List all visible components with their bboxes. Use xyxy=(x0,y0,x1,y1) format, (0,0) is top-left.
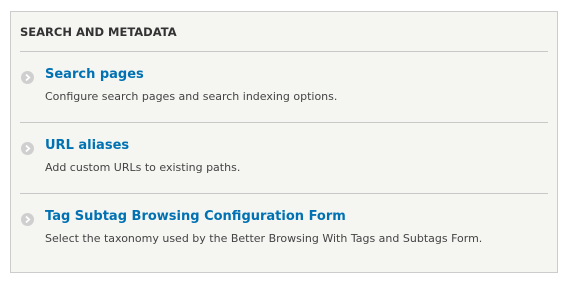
url-aliases-description: Add custom URLs to existing paths. xyxy=(45,161,241,174)
tag-subtag-browsing-link[interactable]: Tag Subtag Browsing Configuration Form xyxy=(45,209,346,224)
divider xyxy=(20,193,548,194)
divider xyxy=(20,122,548,123)
divider xyxy=(20,51,548,52)
list-item-url-aliases: URL aliases Add custom URLs to existing … xyxy=(20,138,548,198)
chevron-right-circle-icon xyxy=(21,71,34,84)
tag-subtag-browsing-description: Select the taxonomy used by the Better B… xyxy=(45,232,483,245)
url-aliases-link[interactable]: URL aliases xyxy=(45,138,129,153)
chevron-right-circle-icon xyxy=(21,142,34,155)
list-item-search-pages: Search pages Configure search pages and … xyxy=(20,67,548,127)
search-and-metadata-panel: SEARCH AND METADATA Search pages Configu… xyxy=(10,11,558,273)
chevron-right-circle-icon xyxy=(21,213,34,226)
search-pages-link[interactable]: Search pages xyxy=(45,67,144,82)
panel-title: SEARCH AND METADATA xyxy=(20,25,177,39)
list-item-tag-subtag-browsing: Tag Subtag Browsing Configuration Form S… xyxy=(20,209,548,269)
search-pages-description: Configure search pages and search indexi… xyxy=(45,90,338,103)
